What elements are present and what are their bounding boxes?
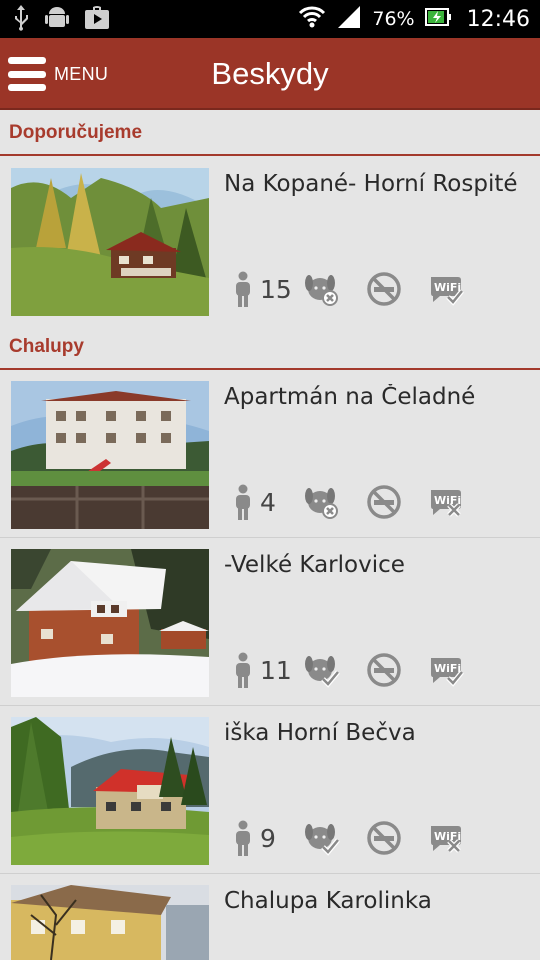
list-item[interactable]: Na Kopané- Horní Rospité 15 WiFi (0, 157, 540, 325)
section-header-recommended: Doporučujeme (0, 110, 540, 156)
signal-icon (336, 4, 362, 34)
list-item[interactable]: Apartmán na Čeladné 4 WiFi (0, 370, 540, 538)
person-icon (232, 271, 254, 307)
no-smoking-icon (366, 271, 402, 307)
no-smoking-icon (366, 484, 402, 520)
list-item[interactable]: iška Horní Bečva 9 WiFi (0, 706, 540, 874)
item-title: Na Kopané- Horní Rospité (224, 171, 518, 197)
section-title: Chalupy (9, 336, 84, 357)
capacity-value: 15 (260, 274, 292, 304)
item-title: iška Horní Bečva (224, 720, 416, 746)
item-title: Apartmán na Čeladné (224, 384, 476, 410)
list-item[interactable]: -Velké Karlovice 11 WiFi (0, 538, 540, 706)
wifi-icon (298, 5, 326, 33)
item-properties: 15 WiFi (232, 269, 490, 309)
item-properties: 9 WiFi (232, 818, 490, 858)
section-header-cottages: Chalupy (0, 324, 540, 370)
cottage-photo (11, 717, 209, 865)
wifi-available-icon: WiFi (428, 652, 464, 688)
no-smoking-icon (366, 820, 402, 856)
pets-not-allowed-icon (304, 484, 340, 520)
cottage-photo (11, 549, 209, 697)
app-bar: MENU Beskydy (0, 38, 540, 110)
pets-allowed-icon (304, 652, 340, 688)
cottage-photo (11, 885, 209, 960)
section-title: Doporučujeme (9, 122, 143, 143)
item-title: -Velké Karlovice (224, 552, 405, 578)
svg-text:WiFi: WiFi (434, 662, 461, 675)
pets-not-allowed-icon (304, 271, 340, 307)
no-smoking-icon (366, 652, 402, 688)
battery-percent: 76% (372, 8, 415, 30)
battery-icon (424, 7, 451, 31)
list-item[interactable]: Chalupa Karolinka (0, 874, 540, 960)
usb-icon (12, 5, 30, 35)
status-bar: 76% 12:46 (0, 0, 540, 38)
android-icon (44, 5, 70, 35)
wifi-not-available-icon: WiFi (428, 820, 464, 856)
person-icon (232, 484, 254, 520)
play-store-icon (84, 5, 110, 35)
capacity-value: 9 (260, 823, 276, 853)
capacity-value: 4 (260, 487, 276, 517)
capacity-value: 11 (260, 655, 292, 685)
cottage-photo (11, 168, 209, 316)
svg-text:WiFi: WiFi (434, 281, 461, 294)
item-properties: 11 WiFi (232, 650, 490, 690)
item-properties: 4 WiFi (232, 482, 490, 522)
item-title: Chalupa Karolinka (224, 888, 432, 914)
wifi-not-available-icon: WiFi (428, 484, 464, 520)
page-title: Beskydy (211, 56, 329, 91)
wifi-available-icon: WiFi (428, 271, 464, 307)
person-icon (232, 820, 254, 856)
person-icon (232, 652, 254, 688)
clock: 12:46 (466, 6, 530, 32)
apartment-photo (11, 381, 209, 529)
pets-allowed-icon (304, 820, 340, 856)
